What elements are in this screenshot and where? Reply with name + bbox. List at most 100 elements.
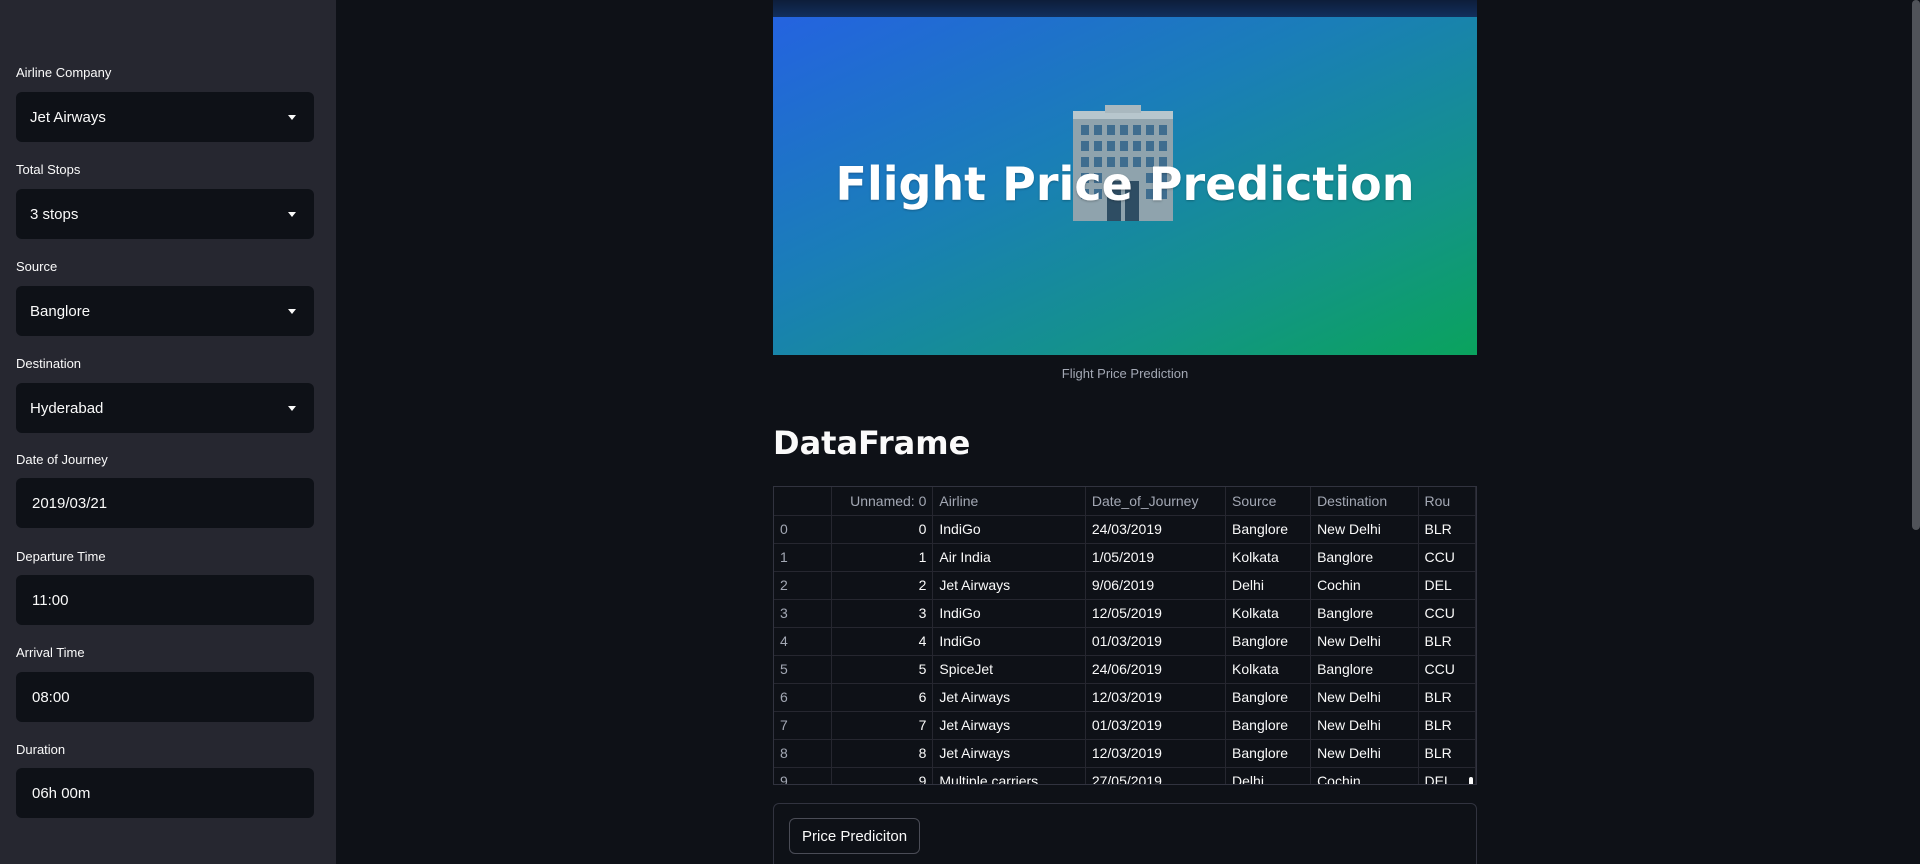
row-index[interactable]: 9 [774, 767, 832, 784]
column-header[interactable]: Date_of_Journey [1085, 487, 1227, 516]
table-scrollbar[interactable] [1469, 777, 1473, 784]
arrival-time-input[interactable]: 08:00 [16, 672, 314, 722]
table-cell[interactable]: BLR [1418, 711, 1476, 740]
table-cell[interactable]: 01/03/2019 [1085, 627, 1227, 656]
table-cell[interactable]: 9 [831, 767, 934, 784]
table-cell[interactable]: 7 [831, 711, 934, 740]
sidebar: Airline Company Jet Airways Total Stops … [0, 0, 336, 864]
row-index[interactable]: 8 [774, 739, 832, 768]
table-cell[interactable]: BLR [1418, 683, 1476, 712]
table-cell[interactable]: Banglore [1310, 599, 1419, 628]
duration-input[interactable]: 06h 00m [16, 768, 314, 818]
table-cell[interactable]: 3 [831, 599, 934, 628]
table-cell[interactable]: 12/03/2019 [1085, 683, 1227, 712]
table-cell[interactable]: Cochin [1310, 767, 1419, 784]
table-cell[interactable]: 1 [831, 543, 934, 572]
table-cell[interactable]: DEL [1418, 571, 1476, 600]
table-cell[interactable]: Banglore [1310, 655, 1419, 684]
table-cell[interactable]: CCU [1418, 543, 1476, 572]
table-cell[interactable]: 4 [831, 627, 934, 656]
column-header[interactable] [774, 487, 832, 516]
table-cell[interactable]: Delhi [1225, 767, 1312, 784]
table-cell[interactable]: IndiGo [932, 627, 1086, 656]
table-cell[interactable]: Delhi [1225, 571, 1312, 600]
table-cell[interactable]: 8 [831, 739, 934, 768]
column-header[interactable]: Source [1225, 487, 1312, 516]
date-of-journey-input[interactable]: 2019/03/21 [16, 478, 314, 528]
table-cell[interactable]: BLR [1418, 739, 1476, 768]
table-cell[interactable]: New Delhi [1310, 739, 1419, 768]
table-cell[interactable]: 2 [831, 571, 934, 600]
chevron-down-icon [288, 406, 296, 411]
airline-select[interactable]: Jet Airways [16, 92, 314, 142]
table-cell[interactable]: 0 [831, 515, 934, 544]
row-index[interactable]: 7 [774, 711, 832, 740]
table-cell[interactable]: Kolkata [1225, 543, 1312, 572]
source-label: Source [16, 259, 58, 274]
row-index[interactable]: 0 [774, 515, 832, 544]
table-cell[interactable]: Jet Airways [932, 739, 1086, 768]
column-header[interactable]: Rou [1418, 487, 1476, 516]
table-cell[interactable]: 6 [831, 683, 934, 712]
table-cell[interactable]: New Delhi [1310, 627, 1419, 656]
table-cell[interactable]: Kolkata [1225, 655, 1312, 684]
departure-time-input[interactable]: 11:00 [16, 575, 314, 625]
table-row: 5 5 SpiceJet 24/06/2019 Kolkata Banglore CCU [774, 655, 1476, 684]
column-header[interactable]: Airline [932, 487, 1086, 516]
page-scrollbar-thumb[interactable] [1912, 0, 1920, 530]
table-cell[interactable]: Banglore [1225, 711, 1312, 740]
table-row: 7 7 Jet Airways 01/03/2019 Banglore New Delhi… [774, 711, 1476, 740]
table-cell[interactable]: IndiGo [932, 515, 1086, 544]
column-header[interactable]: Unnamed: 0 [831, 487, 934, 516]
table-cell[interactable]: Multiple carriers [932, 767, 1086, 784]
table-cell[interactable]: Banglore [1310, 543, 1419, 572]
total-stops-select[interactable]: 3 stops [16, 189, 314, 239]
table-cell[interactable]: 01/03/2019 [1085, 711, 1227, 740]
table-cell[interactable]: SpiceJet [932, 655, 1086, 684]
table-cell[interactable]: Jet Airways [932, 683, 1086, 712]
table-cell[interactable]: CCU [1418, 599, 1476, 628]
page-scrollbar[interactable] [1912, 0, 1920, 864]
row-index[interactable]: 2 [774, 571, 832, 600]
table-cell[interactable]: New Delhi [1310, 515, 1419, 544]
row-index[interactable]: 6 [774, 683, 832, 712]
table-cell[interactable]: 1/05/2019 [1085, 543, 1227, 572]
table-cell[interactable]: 24/06/2019 [1085, 655, 1227, 684]
row-index[interactable]: 5 [774, 655, 832, 684]
table-cell[interactable]: DEL [1418, 767, 1476, 784]
table-cell[interactable]: Banglore [1225, 683, 1312, 712]
table-cell[interactable]: CCU [1418, 655, 1476, 684]
dataframe-table[interactable]: Unnamed: 0 Airline Date_of_Journey Sourc… [773, 486, 1477, 785]
table-cell[interactable]: Jet Airways [932, 711, 1086, 740]
destination-select[interactable]: Hyderabad [16, 383, 314, 433]
table-cell[interactable]: Banglore [1225, 739, 1312, 768]
source-select[interactable]: Banglore [16, 286, 314, 336]
date-of-journey-value: 2019/03/21 [32, 494, 108, 512]
table-cell[interactable]: Cochin [1310, 571, 1419, 600]
table-cell[interactable]: New Delhi [1310, 683, 1419, 712]
table-cell[interactable]: BLR [1418, 515, 1476, 544]
table-cell[interactable]: Banglore [1225, 627, 1312, 656]
table-row: 2 2 Jet Airways 9/06/2019 Delhi Cochin DEL [774, 571, 1476, 600]
image-caption: Flight Price Prediction [1061, 366, 1189, 381]
table-cell[interactable]: BLR [1418, 627, 1476, 656]
table-cell[interactable]: Air India [932, 543, 1086, 572]
row-index[interactable]: 1 [774, 543, 832, 572]
table-cell[interactable]: 27/05/2019 [1085, 767, 1227, 784]
table-cell[interactable]: Kolkata [1225, 599, 1312, 628]
table-cell[interactable]: New Delhi [1310, 711, 1419, 740]
table-cell[interactable]: 12/03/2019 [1085, 739, 1227, 768]
table-cell[interactable]: Jet Airways [932, 571, 1086, 600]
table-cell[interactable]: 5 [831, 655, 934, 684]
column-header[interactable]: Destination [1310, 487, 1419, 516]
table-cell[interactable]: 24/03/2019 [1085, 515, 1227, 544]
table-cell[interactable]: Banglore [1225, 515, 1312, 544]
arrival-time-label: Arrival Time [16, 645, 85, 660]
airline-label: Airline Company [16, 65, 112, 80]
row-index[interactable]: 3 [774, 599, 832, 628]
table-cell[interactable]: IndiGo [932, 599, 1086, 628]
price-prediction-button[interactable]: Price Prediciton [789, 818, 921, 854]
table-cell[interactable]: 9/06/2019 [1085, 571, 1227, 600]
table-cell[interactable]: 12/05/2019 [1085, 599, 1227, 628]
row-index[interactable]: 4 [774, 627, 832, 656]
